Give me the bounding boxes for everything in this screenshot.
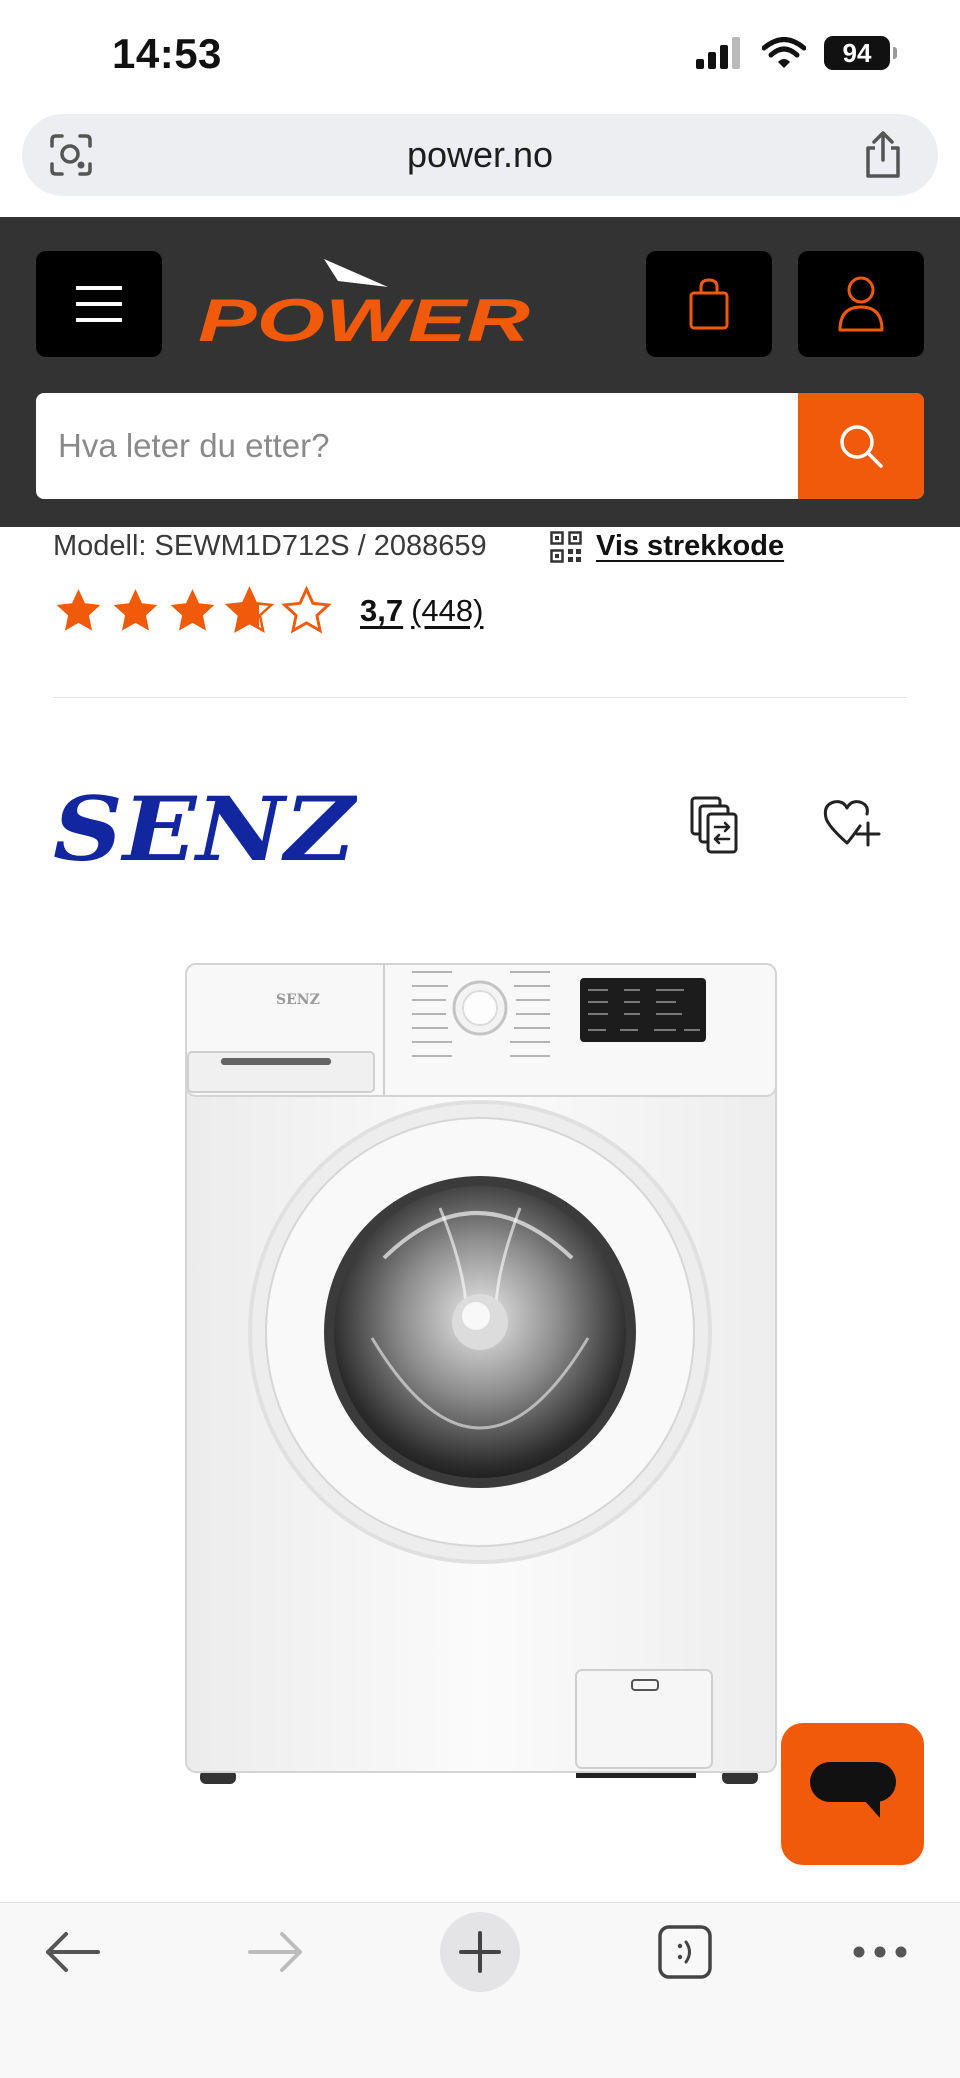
svg-text:SENZ: SENZ bbox=[276, 992, 320, 1008]
forward-arrow-icon bbox=[248, 1932, 302, 1972]
account-button[interactable] bbox=[798, 251, 924, 357]
heart-plus-icon[interactable] bbox=[822, 796, 882, 852]
tabs-icon bbox=[658, 1925, 712, 1979]
user-icon bbox=[838, 276, 884, 332]
star-icon bbox=[224, 586, 275, 634]
senz-brand-logo[interactable]: SENZ bbox=[53, 788, 357, 862]
back-arrow-icon bbox=[46, 1932, 100, 1972]
signal-icon bbox=[696, 37, 740, 69]
cart-button[interactable] bbox=[646, 251, 772, 357]
status-icons: 94 bbox=[696, 36, 897, 70]
chat-button[interactable] bbox=[781, 1723, 924, 1865]
barcode-link-label[interactable]: Vis strekkode bbox=[596, 530, 784, 563]
star-icon bbox=[56, 589, 101, 631]
star-icon bbox=[170, 589, 215, 631]
back-button[interactable] bbox=[36, 1903, 108, 2001]
cart-icon bbox=[689, 278, 729, 330]
new-tab-button[interactable] bbox=[440, 1903, 520, 2001]
rating-score[interactable]: 3,7 bbox=[360, 593, 403, 629]
search-button[interactable] bbox=[798, 393, 924, 499]
browser-toolbar bbox=[0, 1902, 960, 2078]
address-bar[interactable]: power.no bbox=[22, 114, 938, 196]
site-header: POWER bbox=[0, 217, 960, 527]
menu-button[interactable] bbox=[36, 251, 162, 357]
model-number: Modell: SEWM1D712S / 2088659 bbox=[53, 530, 487, 562]
rating-row[interactable]: 3,7 (448) bbox=[53, 586, 483, 636]
status-time: 14:53 bbox=[112, 30, 222, 77]
barcode-link[interactable]: Vis strekkode bbox=[550, 530, 784, 563]
tabs-button[interactable] bbox=[650, 1903, 720, 2001]
wifi-icon bbox=[762, 37, 806, 68]
status-bar: 14:53 94 bbox=[0, 0, 960, 112]
search-input[interactable] bbox=[36, 393, 798, 499]
plus-icon bbox=[459, 1931, 501, 1973]
review-count[interactable]: (448) bbox=[411, 593, 483, 629]
battery-indicator: 94 bbox=[824, 36, 897, 70]
menu-icon bbox=[76, 286, 122, 322]
url-text[interactable]: power.no bbox=[22, 134, 938, 176]
star-icon bbox=[281, 586, 332, 634]
chat-icon bbox=[809, 1762, 896, 1818]
svg-text:SENZ: SENZ bbox=[53, 788, 357, 862]
star-icon bbox=[113, 589, 158, 631]
power-logo[interactable]: POWER bbox=[198, 255, 534, 351]
star-rating bbox=[53, 586, 332, 636]
divider bbox=[53, 697, 907, 698]
forward-button[interactable] bbox=[240, 1903, 312, 2001]
product-image-washing-machine[interactable]: SENZ bbox=[176, 958, 786, 1790]
search-icon bbox=[840, 425, 883, 468]
qr-code-icon bbox=[550, 530, 582, 563]
share-icon[interactable] bbox=[860, 130, 906, 180]
svg-text:POWER: POWER bbox=[198, 287, 530, 351]
more-icon bbox=[853, 1946, 907, 1958]
search-bar bbox=[36, 393, 924, 499]
new-tab-circle[interactable] bbox=[440, 1912, 520, 1992]
more-menu-button[interactable] bbox=[840, 1903, 920, 2001]
compare-icon[interactable] bbox=[688, 794, 748, 856]
